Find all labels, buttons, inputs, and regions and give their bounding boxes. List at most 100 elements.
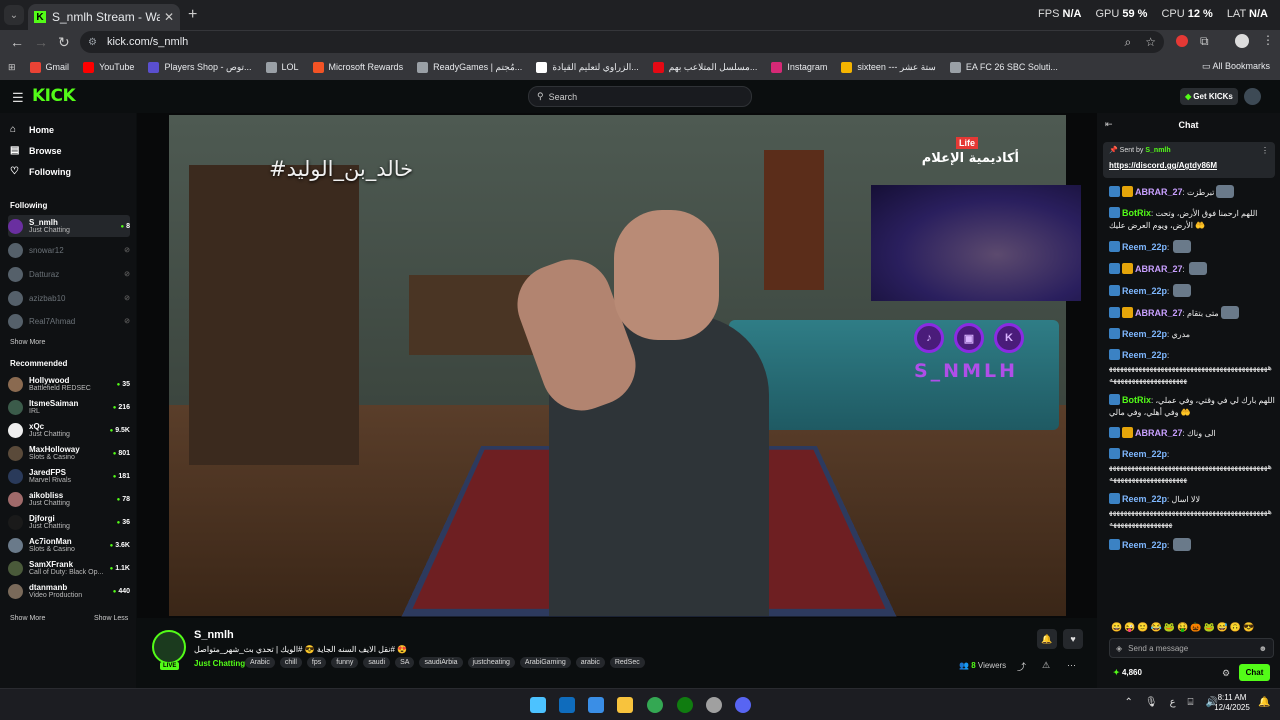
show-more-following[interactable]: Show More xyxy=(10,339,45,346)
tag[interactable]: justcheating xyxy=(467,657,515,668)
recommended-channel[interactable]: HollywoodBattlefield REDSEC 35 xyxy=(8,373,130,395)
bookmark-item[interactable]: Players Shop - توص... xyxy=(148,61,252,73)
outlook-icon[interactable] xyxy=(559,697,575,713)
streamer-avatar[interactable] xyxy=(152,630,186,664)
sidebar-item-home[interactable]: ⌂ Home xyxy=(10,124,54,135)
explorer-icon[interactable] xyxy=(617,697,633,713)
chat-username[interactable]: Reem_22p xyxy=(1122,350,1167,360)
bookmark-item[interactable]: مسلسل المتلاعب بهم... xyxy=(652,61,757,73)
chrome-icon[interactable] xyxy=(647,697,663,713)
profile-avatar[interactable] xyxy=(1235,34,1249,48)
bookmark-item[interactable]: Gmail xyxy=(29,61,69,73)
following-channel[interactable]: Datturaz ⊘ xyxy=(8,263,130,285)
sidebar-item-browse[interactable]: ▤ Browse xyxy=(10,145,62,156)
following-channel[interactable]: Real7Ahmad ⊘ xyxy=(8,310,130,332)
bookmark-item[interactable]: sixteen --- ستة عشر xyxy=(841,61,936,73)
chat-username[interactable]: ABRAR_27 xyxy=(1135,428,1183,438)
tag[interactable]: Arabic xyxy=(245,657,275,668)
show-less-recommended[interactable]: Show Less xyxy=(94,615,128,622)
emoji-icon[interactable]: ☻ xyxy=(1259,644,1267,653)
bookmark-item[interactable]: EA FC 26 SBC Soluti... xyxy=(949,61,1058,73)
pinned-message[interactable]: 📌 Sent by S_nmlh https://discord.gg/Agtd… xyxy=(1103,142,1275,178)
extensions-puzzle-icon[interactable]: ⧉ xyxy=(1200,34,1209,49)
search-input[interactable]: ⚲ Search xyxy=(528,86,752,107)
following-channel[interactable]: azizbab10 ⊘ xyxy=(8,287,130,309)
report-icon[interactable]: ⚠ xyxy=(1042,660,1050,671)
chat-username[interactable]: ABRAR_27 xyxy=(1135,264,1183,274)
browser-menu-icon[interactable]: ⋮ xyxy=(1262,33,1274,47)
tag[interactable]: funny xyxy=(331,657,359,668)
bookmark-item[interactable]: LOL xyxy=(265,61,299,73)
collapse-chat-icon[interactable]: ⇤ xyxy=(1105,119,1113,130)
chat-username[interactable]: Reem_22p xyxy=(1122,449,1167,459)
follow-heart-button[interactable]: ♥ xyxy=(1063,629,1083,649)
recommended-channel[interactable]: SamXFrankCall of Duty: Black Op... 1.1K xyxy=(8,557,130,579)
tab-search-button[interactable]: ⌄ xyxy=(4,5,24,25)
kick-logo[interactable]: KICK xyxy=(32,86,76,106)
menu-hamburger-icon[interactable]: ☰ xyxy=(12,90,24,106)
tag[interactable]: ArabiGaming xyxy=(519,657,571,668)
chat-username[interactable]: BotRix xyxy=(1122,395,1151,405)
network-icon[interactable]: ⌸ xyxy=(1188,697,1194,708)
bookmark-item[interactable]: YouTube xyxy=(83,61,134,73)
chat-username[interactable]: ABRAR_27 xyxy=(1135,187,1183,197)
chevron-up-icon[interactable]: ⌃ xyxy=(1124,697,1132,708)
sidebar-item-following[interactable]: ♡ Following xyxy=(10,166,71,177)
discord-icon[interactable] xyxy=(735,697,751,713)
reload-icon[interactable]: ↻ xyxy=(58,34,70,51)
recommended-channel[interactable]: xQcJust Chatting 9.5K xyxy=(8,419,130,441)
bookmark-item[interactable]: Microsoft Rewards xyxy=(312,61,403,73)
recommended-channel[interactable]: ItsmeSaimanIRL 216 xyxy=(8,396,130,418)
recommended-channel[interactable]: dtanmanbVideo Production 440 xyxy=(8,580,130,602)
video-player[interactable]: #خالد_بن_الوليد Life أكاديمية الإعلام ♪ … xyxy=(137,113,1097,618)
bookmark-item[interactable]: الزراوي لتعليم القيادة... xyxy=(536,61,639,73)
tag[interactable]: saudi xyxy=(363,657,391,668)
user-avatar[interactable] xyxy=(1244,88,1261,105)
bookmark-star-icon[interactable]: ☆ xyxy=(1145,35,1156,49)
pinned-link[interactable]: https://discord.gg/Agtdy86M xyxy=(1109,161,1217,170)
tag[interactable]: chill xyxy=(279,657,302,668)
get-kicks-button[interactable]: ◆ Get KICKs xyxy=(1180,88,1238,105)
tab-close-icon[interactable]: ✕ xyxy=(164,10,174,24)
chat-send-button[interactable]: Chat xyxy=(1239,664,1270,681)
url-bar[interactable]: ⚙ kick.com/s_nmlh ⌕ ☆ xyxy=(80,31,1164,53)
chat-username[interactable]: ABRAR_27 xyxy=(1135,308,1183,318)
recommended-channel[interactable]: DjforgiJust Chatting 36 xyxy=(8,511,130,533)
notification-bell-button[interactable]: 🔔 xyxy=(1037,629,1057,649)
following-channel[interactable]: snowar12 ⊘ xyxy=(8,239,130,261)
chat-username[interactable]: BotRix xyxy=(1122,208,1151,218)
chat-username[interactable]: Reem_22p xyxy=(1122,540,1167,550)
site-info-icon[interactable]: ⚙ xyxy=(88,37,97,48)
share-icon[interactable]: ⤴ xyxy=(1017,660,1026,673)
language-icon[interactable]: ع xyxy=(1170,697,1176,708)
tag[interactable]: saudiArbia xyxy=(419,657,463,668)
bookmark-item[interactable]: ReadyGames | مُجتم... xyxy=(417,61,522,73)
more-options-icon[interactable]: ⋯ xyxy=(1067,660,1076,671)
back-arrow-icon[interactable]: ← xyxy=(10,34,24,50)
browser-tab[interactable]: K S_nmlh Stream - Watch Live on ✕ xyxy=(28,4,180,30)
zoom-icon[interactable]: ⌕ xyxy=(1125,35,1132,50)
apps-grid-icon[interactable]: ⊞ xyxy=(8,62,16,73)
xbox-icon[interactable] xyxy=(677,697,693,713)
recommended-channel[interactable]: JaredFPSMarvel Rivals 181 xyxy=(8,465,130,487)
forward-arrow-icon[interactable]: → xyxy=(34,34,48,50)
chat-input[interactable]: ◈ Send a message ☻ xyxy=(1109,638,1274,658)
windows-start-icon[interactable] xyxy=(530,697,546,713)
streamer-name[interactable]: S_nmlh xyxy=(194,629,234,641)
recommended-channel[interactable]: aikoblissJust Chatting 78 xyxy=(8,488,130,510)
stream-video[interactable]: #خالد_بن_الوليد Life أكاديمية الإعلام ♪ … xyxy=(169,115,1081,617)
notification-center-icon[interactable]: 🔔 xyxy=(1258,697,1270,708)
new-tab-button[interactable]: + xyxy=(188,6,197,24)
chat-username[interactable]: Reem_22p xyxy=(1122,286,1167,296)
microphone-icon[interactable]: 🎙 xyxy=(1145,697,1158,708)
pinned-menu-icon[interactable]: ⋮ xyxy=(1261,146,1269,155)
obs-icon[interactable] xyxy=(706,697,722,713)
recommended-channel[interactable]: MaxHollowaySlots & Casino 801 xyxy=(8,442,130,464)
recommended-channel[interactable]: Ac7ionManSlots & Casino 3.6K xyxy=(8,534,130,556)
tag[interactable]: RedSec xyxy=(609,657,645,668)
channel-points[interactable]: ✦ 4,860 xyxy=(1113,668,1142,677)
all-bookmarks[interactable]: ▭ All Bookmarks xyxy=(1202,61,1270,72)
quick-emotes-bar[interactable]: 😀😜🙂😂🐸🤑🎃🐸😅🙃😎 xyxy=(1111,622,1276,633)
tag[interactable]: SA xyxy=(395,657,415,668)
tag[interactable]: fps xyxy=(306,657,327,668)
